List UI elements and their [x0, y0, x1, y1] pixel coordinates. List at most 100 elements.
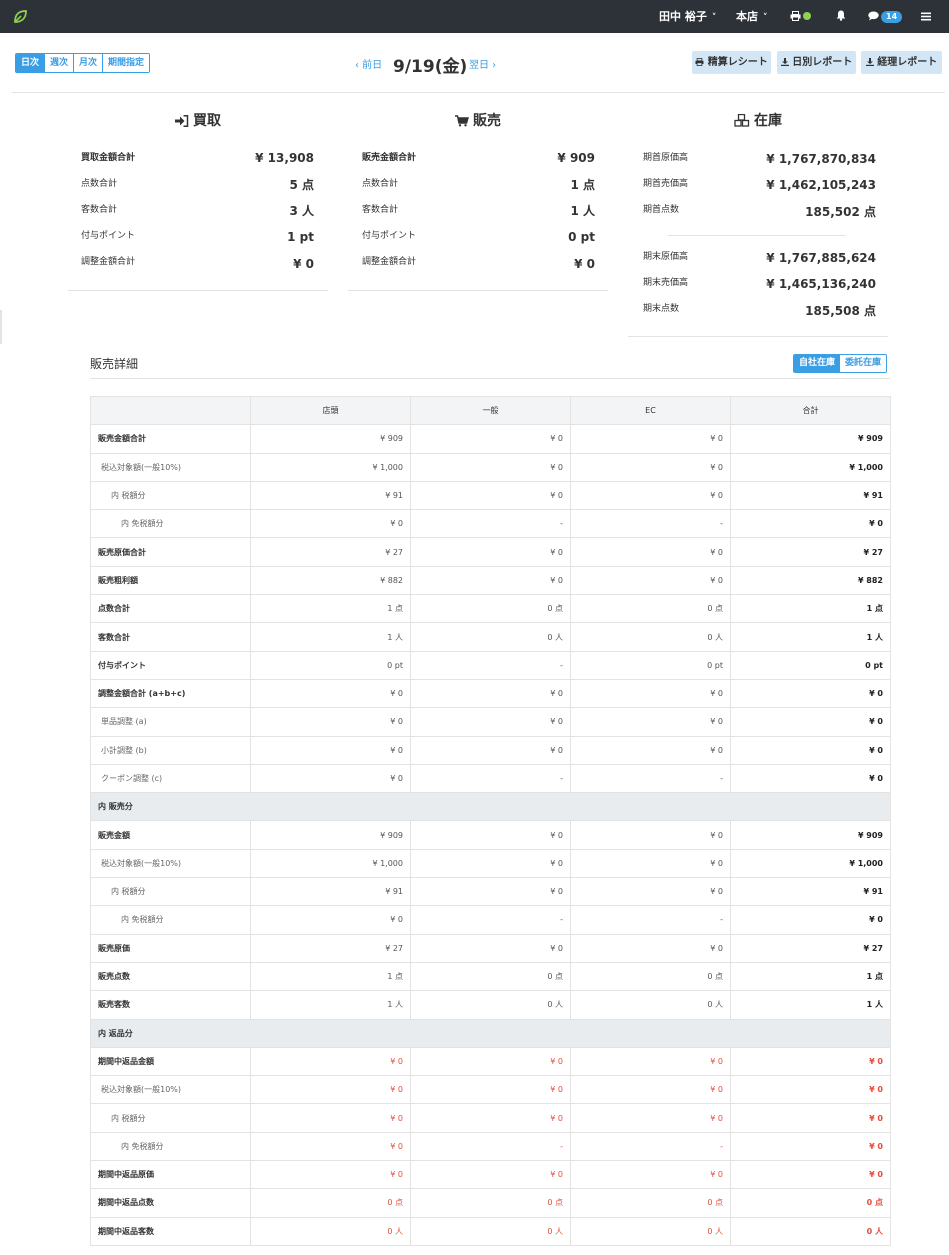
hanbai-label: 付与ポイント	[362, 231, 417, 241]
zaiko-label: 期首売価高	[643, 179, 689, 189]
chevron-down-icon: ˅	[763, 13, 768, 23]
cell-value: ¥ 909	[250, 424, 411, 454]
row-label: 販売金額	[90, 820, 251, 850]
cell-value: ¥ 0	[570, 933, 731, 963]
cell-value: -	[410, 1131, 571, 1162]
hanbai-label: 調整金額合計	[362, 257, 417, 267]
table-row: 販売原価合計 ¥ 27 ¥ 0 ¥ 0 ¥ 27	[90, 537, 891, 567]
accounting-report-label: 経理レポート	[877, 57, 938, 68]
group-label: 内 販売分	[90, 792, 891, 822]
cell-value: 0 pt	[570, 650, 731, 680]
row-label: 販売原価	[90, 933, 251, 963]
cell-value: -	[410, 509, 571, 539]
row-label: 販売客数	[90, 990, 251, 1020]
top-navbar: 田中 裕子 ˅ 本店 ˅ 14	[0, 0, 949, 33]
kaitori-title-text: 買取	[193, 113, 221, 129]
cell-value: ¥ 0	[410, 1160, 571, 1190]
hanbai-label: 点数合計	[362, 179, 399, 189]
zaiko-mid-divider	[668, 235, 846, 236]
table-row: 内 免税額分 ¥ 0- - ¥ 0	[90, 905, 891, 935]
table-row: 販売原価 ¥ 27 ¥ 0 ¥ 0 ¥ 27	[90, 933, 891, 963]
row-label: 内 税額分	[90, 480, 251, 511]
zaiko-value: 185,508 点	[805, 304, 876, 318]
cell-value: 0 点	[730, 1188, 891, 1218]
kaitori-label: 点数合計	[81, 179, 118, 189]
hamburger-menu-button[interactable]	[921, 0, 931, 33]
row-label: 小計調整 (b)	[90, 735, 251, 765]
cell-value: 1 点	[250, 961, 411, 992]
zaiko-label: 期首点数	[643, 205, 680, 215]
current-date: 9/19(金)	[393, 57, 468, 77]
daily-report-label: 日別レポート	[792, 57, 853, 68]
leaf-logo-icon[interactable]	[12, 8, 29, 25]
cell-value: ¥ 91	[250, 480, 411, 511]
column-header: 一般	[410, 395, 571, 426]
prev-day-link[interactable]: ‹ 前日	[355, 56, 382, 71]
cell-value: ¥ 0	[570, 848, 731, 879]
group-label: 内 返品分	[90, 1018, 891, 1048]
table-row: 単品調整 (a) ¥ 0 ¥ 0 ¥ 0 ¥ 0	[90, 707, 891, 737]
user-menu[interactable]: 田中 裕子 ˅	[659, 0, 716, 33]
cell-value: ¥ 0	[570, 1075, 731, 1105]
table-row: 内 税額分 ¥ 91 ¥ 0 ¥ 0 ¥ 91	[90, 480, 891, 511]
hanbai-value: 1 人	[570, 204, 595, 218]
consignment-stock-button[interactable]: 委託在庫	[840, 355, 887, 372]
cell-value: ¥ 1,000	[730, 452, 891, 482]
cell-value: 0 人	[570, 1216, 731, 1246]
zaiko-value: ¥ 1,767,870,834	[766, 152, 876, 166]
column-header: EC	[570, 395, 731, 426]
cell-value: ¥ 0	[410, 848, 571, 879]
store-menu[interactable]: 本店 ˅	[736, 0, 768, 33]
cell-value: ¥ 27	[730, 537, 891, 567]
cell-value: ¥ 0	[570, 820, 731, 850]
cell-value: ¥ 27	[730, 933, 891, 963]
kaitori-label: 付与ポイント	[81, 231, 136, 241]
zaiko-divider	[628, 336, 888, 337]
cell-value: ¥ 0	[570, 1103, 731, 1133]
cell-value: ¥ 0	[570, 707, 731, 737]
column-header: 合計	[730, 395, 891, 426]
next-day-link[interactable]: 翌日 ›	[469, 56, 496, 71]
cell-value: 0 人	[570, 990, 731, 1020]
zaiko-value: 185,502 点	[805, 205, 876, 219]
cell-value: ¥ 0	[410, 1046, 571, 1077]
cell-value: ¥ 0	[570, 1046, 731, 1077]
zaiko-value: ¥ 1,462,105,243	[766, 178, 876, 192]
cell-value: ¥ 91	[730, 877, 891, 907]
cell-value: ¥ 0	[410, 678, 571, 709]
cell-value: ¥ 0	[250, 707, 411, 737]
cell-value: ¥ 0	[410, 480, 571, 511]
printer-status-button[interactable]	[790, 0, 811, 33]
row-label: 期間中返品原価	[90, 1160, 251, 1190]
kaitori-title: 買取	[68, 110, 328, 130]
cell-value: ¥ 0	[570, 565, 731, 596]
column-header: 店頭	[250, 395, 411, 426]
messages-button[interactable]: 14	[868, 0, 903, 33]
cell-value: ¥ 0	[250, 1103, 411, 1133]
row-label: 調整金額合計 (a+b+c)	[90, 678, 251, 709]
user-name: 田中 裕子	[659, 10, 707, 23]
settlement-receipt-button[interactable]: 精算レシート	[692, 51, 771, 74]
cell-value: 1 人	[730, 622, 891, 652]
printer-icon	[790, 11, 801, 21]
hanbai-value: 0 pt	[568, 230, 595, 244]
cell-value: ¥ 0	[410, 707, 571, 737]
row-label: 内 免税額分	[90, 905, 251, 935]
cell-value: ¥ 0	[410, 424, 571, 454]
table-row: 販売粗利額 ¥ 882 ¥ 0 ¥ 0 ¥ 882	[90, 565, 891, 596]
daily-report-button[interactable]: 日別レポート	[777, 51, 856, 74]
cell-value: ¥ 1,000	[250, 848, 411, 879]
notifications-button[interactable]	[836, 0, 846, 33]
row-label: 点数合計	[90, 594, 251, 624]
cell-value: ¥ 0	[730, 1046, 891, 1077]
accounting-report-button[interactable]: 経理レポート	[861, 51, 942, 74]
cell-value: 1 人	[730, 990, 891, 1020]
cell-value: ¥ 0	[570, 480, 731, 511]
hanbai-label: 客数合計	[362, 205, 399, 215]
cell-value: 0 点	[410, 594, 571, 624]
own-stock-button[interactable]: 自社在庫	[794, 355, 841, 372]
zaiko-label: 期末原価高	[643, 252, 689, 262]
cell-value: ¥ 0	[570, 537, 731, 567]
cell-value: ¥ 0	[730, 735, 891, 765]
table-row: 期間中返品点数 0 点0 点0 点0 点	[90, 1188, 891, 1218]
